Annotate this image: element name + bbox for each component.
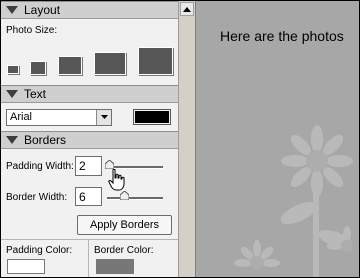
borders-section-header[interactable]: Borders: [1, 131, 178, 149]
photo-size-xlarge-option[interactable]: [138, 47, 173, 75]
panel-scrollbar[interactable]: [179, 1, 196, 277]
layout-section-header[interactable]: Layout: [1, 1, 178, 19]
border-color-swatch[interactable]: [96, 259, 134, 274]
scroll-up-button[interactable]: [180, 2, 194, 16]
hand-cursor-icon: [108, 169, 125, 191]
border-width-label: Border Width:: [6, 192, 68, 203]
photo-size-large-option[interactable]: [94, 52, 126, 75]
gallery-preview: Here are the photos: [197, 1, 359, 277]
font-select[interactable]: Arial: [6, 109, 112, 126]
layout-section-title: Layout: [24, 3, 61, 17]
apply-borders-button[interactable]: Apply Borders: [77, 215, 172, 235]
borders-section-title: Borders: [24, 133, 67, 147]
padding-width-input[interactable]: 2: [75, 156, 102, 176]
photo-size-medium-option[interactable]: [58, 56, 82, 75]
divider: [88, 240, 89, 277]
padding-color-label: Padding Color:: [6, 245, 73, 256]
photo-size-label: Photo Size:: [6, 25, 58, 36]
collapse-triangle-icon: [6, 90, 18, 98]
chevron-down-icon[interactable]: [96, 110, 111, 125]
collapse-triangle-icon: [6, 6, 18, 14]
sunflower-watermark-image: [234, 125, 353, 277]
border-color-label: Border Color:: [94, 245, 154, 256]
padding-color-swatch[interactable]: [7, 259, 45, 274]
divider: [1, 239, 178, 240]
text-color-fill: [135, 111, 169, 123]
border-width-slider-thumb[interactable]: [120, 191, 129, 200]
photo-size-small-option[interactable]: [30, 61, 46, 75]
photo-size-xsmall-option[interactable]: [7, 65, 19, 74]
photo-gallery-window: Layout Photo Size: Text Arial Borders Pa…: [0, 0, 360, 278]
collapse-triangle-icon: [6, 136, 18, 144]
border-width-input[interactable]: 6: [75, 187, 102, 206]
padding-width-label: Padding Width:: [6, 161, 74, 172]
border-width-slider-track[interactable]: [107, 197, 163, 200]
text-section-header[interactable]: Text: [1, 85, 178, 103]
settings-panel: Layout Photo Size: Text Arial Borders Pa…: [1, 1, 179, 277]
chevron-up-icon: [183, 6, 191, 12]
padding-width-slider-thumb[interactable]: [105, 160, 114, 169]
text-section-title: Text: [24, 87, 47, 101]
text-color-swatch[interactable]: [133, 109, 171, 125]
font-select-value: Arial: [10, 111, 33, 123]
